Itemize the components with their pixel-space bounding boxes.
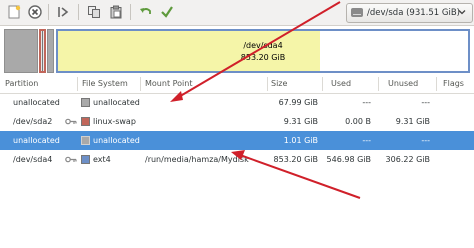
cell-used: 0.00 B <box>345 117 371 126</box>
cell-used: --- <box>362 136 371 145</box>
column-header-mountpoint[interactable]: Mount Point <box>145 79 192 88</box>
partition-table-header: Partition File System Mount Point Size U… <box>0 75 474 94</box>
cell-filesystem: ext4 <box>93 155 111 164</box>
fs-color-swatch <box>81 136 90 145</box>
paste-icon[interactable] <box>108 4 124 20</box>
cell-unused: 306.22 GiB <box>385 155 430 164</box>
cell-unused: --- <box>421 136 430 145</box>
cell-size: 1.01 GiB <box>283 136 318 145</box>
cell-filesystem: unallocated <box>93 136 140 145</box>
cell-mountpoint: /run/media/hamza/Mydisk <box>145 155 249 164</box>
column-header-unused[interactable]: Unused <box>388 79 418 88</box>
column-header-size[interactable]: Size <box>271 79 287 88</box>
cell-partition: /dev/sda2 <box>13 117 53 126</box>
cell-unused: --- <box>421 98 430 107</box>
graph-unallocated-block[interactable] <box>4 29 38 73</box>
cell-size: 67.99 GiB <box>278 98 318 107</box>
fs-color-swatch <box>81 155 90 164</box>
partition-graph: /dev/sda4 853.20 GiB <box>0 26 474 74</box>
cell-partition: unallocated <box>13 98 60 107</box>
cell-partition: unallocated <box>13 136 60 145</box>
cell-used: 546.98 GiB <box>326 155 371 164</box>
checkmark-icon[interactable] <box>159 4 175 20</box>
device-selector[interactable]: /dev/sda (931.51 GiB) <box>346 3 473 23</box>
cell-filesystem: unallocated <box>93 98 140 107</box>
graph-swap-block[interactable] <box>39 29 46 73</box>
graph-ext4-name: /dev/sda4 <box>243 41 283 50</box>
graph-unallocated-block[interactable] <box>47 29 54 73</box>
table-row-selected[interactable]: unallocated unallocated 1.01 GiB --- --- <box>0 131 474 150</box>
copy-icon[interactable] <box>86 4 102 20</box>
cell-partition: /dev/sda4 <box>13 155 53 164</box>
table-row[interactable]: /dev/sda4 ext4 /run/media/hamza/Mydisk 8… <box>0 150 474 169</box>
graph-ext4-block[interactable]: /dev/sda4 853.20 GiB <box>56 29 470 73</box>
device-selector-label: /dev/sda (931.51 GiB) <box>367 8 460 18</box>
chevron-down-icon <box>458 8 466 18</box>
key-icon <box>65 118 77 127</box>
table-row[interactable]: unallocated unallocated 67.99 GiB --- --… <box>0 93 474 112</box>
cell-filesystem: linux-swap <box>93 117 136 126</box>
table-row[interactable]: /dev/sda2 linux-swap 9.31 GiB 0.00 B 9.3… <box>0 112 474 131</box>
graph-ext4-size: 853.20 GiB <box>240 53 286 62</box>
column-header-partition[interactable]: Partition <box>5 79 38 88</box>
delete-icon[interactable] <box>27 4 43 20</box>
fs-color-swatch <box>81 98 90 107</box>
fs-color-swatch <box>81 117 90 126</box>
column-header-flags[interactable]: Flags <box>443 79 464 88</box>
new-document-icon[interactable] <box>6 4 22 20</box>
column-header-used[interactable]: Used <box>331 79 351 88</box>
cell-size: 853.20 GiB <box>273 155 318 164</box>
cell-size: 9.31 GiB <box>283 117 318 126</box>
graph-used-space <box>58 31 321 71</box>
cell-unused: 9.31 GiB <box>395 117 430 126</box>
cell-used: --- <box>362 98 371 107</box>
toolbar: /dev/sda (931.51 GiB) <box>0 0 474 26</box>
disk-icon <box>351 8 363 17</box>
column-header-filesystem[interactable]: File System <box>82 79 128 88</box>
undo-icon[interactable] <box>138 4 154 20</box>
key-icon <box>65 156 77 165</box>
apply-icon[interactable] <box>56 4 72 20</box>
